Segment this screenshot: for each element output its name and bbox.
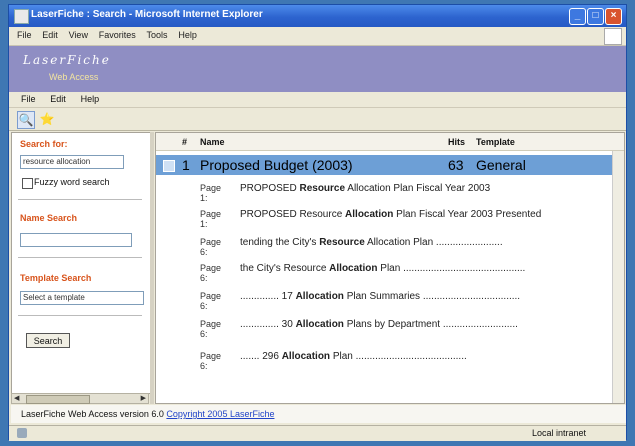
context-page: Page 6: <box>200 237 222 257</box>
context-page: Page 1: <box>200 183 222 203</box>
context-page: Page 6: <box>200 263 222 283</box>
scroll-thumb[interactable] <box>26 395 90 404</box>
context-page: Page 6: <box>200 319 222 339</box>
brand-subtitle: Web Access <box>49 72 99 82</box>
window-title: LaserFiche : Search - Microsoft Internet… <box>31 9 263 20</box>
panel-splitter[interactable] <box>150 132 154 404</box>
browser-icon <box>14 9 29 24</box>
col-name[interactable]: Name <box>200 137 225 147</box>
maximize-button[interactable]: □ <box>587 8 604 25</box>
toolbar: 🔍 ⭐ <box>9 108 626 131</box>
scroll-right-icon[interactable]: ▶ <box>141 394 146 402</box>
security-zone: Local intranet <box>531 428 586 438</box>
app-menu-file[interactable]: File <box>21 94 36 104</box>
scroll-left-icon[interactable]: ◀ <box>14 394 19 402</box>
context-page: Page 1: <box>200 209 222 229</box>
divider <box>18 199 142 200</box>
context-text: PROPOSED Resource Allocation Plan Fiscal… <box>240 209 542 220</box>
col-number[interactable]: # <box>182 137 187 147</box>
browser-window: LaserFiche : Search - Microsoft Internet… <box>8 4 627 441</box>
template-select[interactable]: Select a template <box>20 291 144 305</box>
results-panel: # Name Hits Template 1 Proposed Budget (… <box>155 132 625 404</box>
menu-tools[interactable]: Tools <box>147 30 168 40</box>
windows-logo-icon <box>604 28 622 45</box>
title-bar: LaserFiche : Search - Microsoft Internet… <box>9 5 626 27</box>
row-template: General <box>476 157 526 173</box>
menu-edit[interactable]: Edit <box>42 30 58 40</box>
app-menu-bar: File Edit Help <box>9 92 626 108</box>
app-banner: LaserFiche Web Access <box>9 46 626 92</box>
context-text: .............. 17 Allocation Plan Summar… <box>240 291 521 302</box>
page-footer: LaserFiche Web Access version 6.0 Copyri… <box>11 405 626 423</box>
menu-file[interactable]: File <box>17 30 32 40</box>
name-search-input[interactable] <box>20 233 132 247</box>
context-page: Page 6: <box>200 291 222 311</box>
divider <box>18 315 142 316</box>
context-page: Page 6: <box>200 351 222 371</box>
search-icon[interactable]: 🔍 <box>17 111 35 129</box>
search-for-label: Search for: <box>20 139 68 149</box>
row-hits: 63 <box>448 157 464 173</box>
row-name[interactable]: Proposed Budget (2003) <box>200 157 353 173</box>
copyright-link[interactable]: Copyright 2005 LaserFiche <box>166 409 274 419</box>
row-number: 1 <box>182 157 190 173</box>
search-input[interactable]: resource allocation <box>20 155 124 169</box>
page-status-icon <box>17 428 27 438</box>
results-vertical-scrollbar[interactable] <box>612 151 624 403</box>
fuzzy-checkbox[interactable] <box>22 178 33 189</box>
context-text: ....... 296 Allocation Plan ............… <box>240 351 467 362</box>
search-button[interactable]: Search <box>26 333 70 348</box>
fuzzy-label: Fuzzy word search <box>34 177 110 187</box>
app-menu-help[interactable]: Help <box>81 94 100 104</box>
name-search-label: Name Search <box>20 213 78 223</box>
menu-help[interactable]: Help <box>178 30 197 40</box>
left-horizontal-scrollbar[interactable]: ◀ ▶ <box>11 393 149 404</box>
context-text: .............. 30 Allocation Plans by De… <box>240 319 518 330</box>
app-menu-edit[interactable]: Edit <box>50 94 66 104</box>
search-panel: Search for: resource allocation Fuzzy wo… <box>11 132 151 394</box>
context-text: tending the City's Resource Allocation P… <box>240 237 503 248</box>
context-text: PROPOSED Resource Allocation Plan Fiscal… <box>240 183 491 194</box>
footer-text: LaserFiche Web Access version 6.0 Copyri… <box>21 409 274 419</box>
expand-icon[interactable] <box>163 160 175 172</box>
context-text: the City's Resource Allocation Plan ....… <box>240 263 526 274</box>
col-template[interactable]: Template <box>476 137 515 147</box>
menu-view[interactable]: View <box>69 30 88 40</box>
divider <box>18 257 142 258</box>
close-button[interactable]: × <box>605 8 622 25</box>
browser-menu-bar: File Edit View Favorites Tools Help <box>9 27 626 46</box>
results-header: # Name Hits Template <box>156 133 624 151</box>
folder-icon[interactable]: ⭐ <box>39 111 55 127</box>
template-search-label: Template Search <box>20 273 92 283</box>
minimize-button[interactable]: _ <box>569 8 586 25</box>
brand-logo: LaserFiche <box>23 53 111 67</box>
menu-favorites[interactable]: Favorites <box>99 30 136 40</box>
status-bar: Local intranet <box>9 425 626 441</box>
version-text: LaserFiche Web Access version 6.0 <box>21 409 167 419</box>
col-hits[interactable]: Hits <box>448 137 465 147</box>
table-row[interactable]: 1 Proposed Budget (2003) 63 General <box>156 155 612 175</box>
